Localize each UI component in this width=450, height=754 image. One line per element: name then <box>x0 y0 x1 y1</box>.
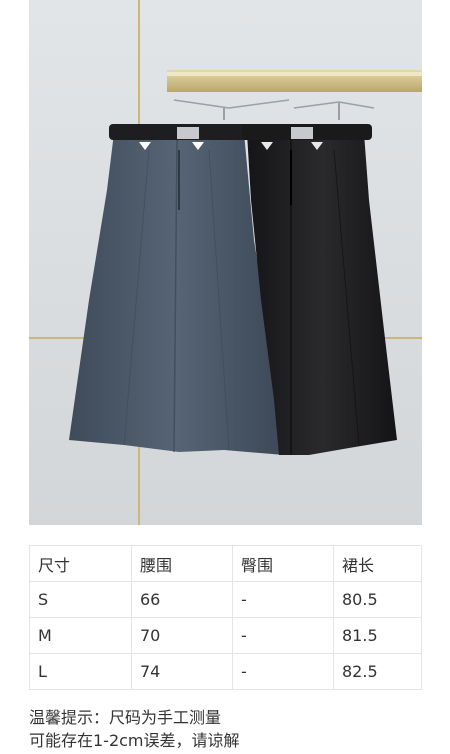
grey-skirt-buckle <box>177 127 199 139</box>
waist-cell: 66 <box>131 581 233 618</box>
size-cell: M <box>29 617 132 654</box>
measurement-note: 温馨提示：尺码为手工测量 可能存在1-2cm误差，请谅解 <box>29 706 240 752</box>
skirts-illustration <box>29 0 422 525</box>
header-size: 尺寸 <box>29 545 132 582</box>
size-cell: S <box>29 581 132 618</box>
table-row: S 66 - 80.5 <box>29 581 422 618</box>
hip-cell: - <box>232 653 334 690</box>
size-cell: L <box>29 653 132 690</box>
waist-cell: 70 <box>131 617 233 654</box>
table-header-row: 尺寸 腰围 臀围 裙长 <box>29 545 422 582</box>
length-cell: 80.5 <box>333 581 422 618</box>
note-line-2: 可能存在1-2cm误差，请谅解 <box>29 731 240 750</box>
note-line-1: 温馨提示：尺码为手工测量 <box>29 708 222 727</box>
header-length: 裙长 <box>333 545 422 582</box>
hip-cell: - <box>232 581 334 618</box>
length-cell: 81.5 <box>333 617 422 654</box>
product-photo <box>29 0 422 525</box>
table-row: L 74 - 82.5 <box>29 653 422 690</box>
black-skirt-buckle <box>291 127 313 139</box>
length-cell: 82.5 <box>333 653 422 690</box>
size-chart-table: 尺寸 腰围 臀围 裙长 S 66 - 80.5 M 70 - 81.5 L 74… <box>29 545 422 690</box>
table-row: M 70 - 81.5 <box>29 617 422 654</box>
header-hip: 臀围 <box>232 545 334 582</box>
header-waist: 腰围 <box>131 545 233 582</box>
waist-cell: 74 <box>131 653 233 690</box>
hip-cell: - <box>232 617 334 654</box>
